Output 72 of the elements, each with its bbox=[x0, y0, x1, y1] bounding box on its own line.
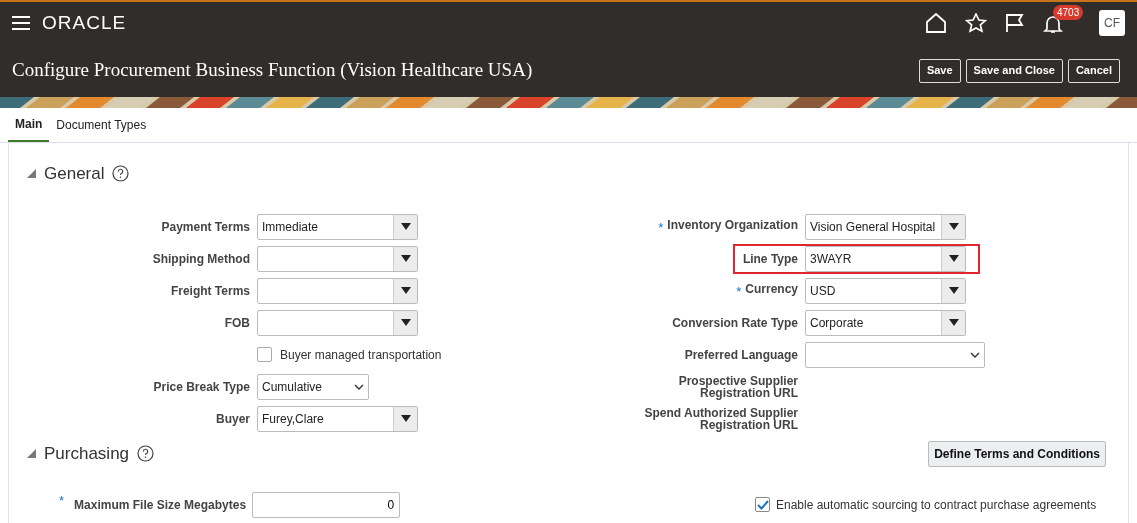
combo-box[interactable]: Furey,Clare bbox=[257, 405, 418, 432]
chevron-down-icon bbox=[354, 383, 364, 390]
dropdown-button[interactable] bbox=[393, 246, 417, 271]
star-icon[interactable] bbox=[965, 13, 987, 33]
dropdown-button[interactable] bbox=[393, 406, 417, 431]
field-label: Preferred Language bbox=[684, 348, 798, 361]
section-title: Purchasing bbox=[44, 442, 130, 465]
field-label: Maximum File Size Megabytes bbox=[74, 496, 247, 514]
field-label: Shipping Method bbox=[152, 252, 250, 265]
field-label: Price Break Type bbox=[153, 380, 250, 393]
select-field[interactable]: Cumulative bbox=[257, 373, 369, 400]
dropdown-arrow-icon bbox=[400, 255, 411, 262]
dropdown-arrow-icon bbox=[948, 319, 959, 326]
dropdown-arrow-icon bbox=[948, 287, 959, 294]
checkbox[interactable] bbox=[755, 497, 770, 512]
checkmark-icon bbox=[756, 499, 769, 510]
flag-icon[interactable] bbox=[1005, 13, 1025, 33]
number-field[interactable]: 0 bbox=[252, 491, 401, 518]
bell-icon[interactable] bbox=[1043, 14, 1063, 34]
combo-box[interactable]: Immediate bbox=[257, 213, 418, 240]
checkbox-label: Buyer managed transportation bbox=[280, 346, 442, 364]
field-label: Prospective Supplier Registration URL bbox=[677, 374, 798, 399]
field-label: Freight Terms bbox=[170, 284, 250, 297]
collapse-triangle-icon[interactable] bbox=[27, 169, 36, 179]
section-title: General bbox=[44, 163, 105, 185]
select-field[interactable] bbox=[805, 341, 985, 368]
dropdown-button[interactable] bbox=[941, 278, 965, 303]
dropdown-arrow-icon bbox=[948, 255, 959, 262]
dropdown-button[interactable] bbox=[941, 310, 965, 335]
checkbox-label: Enable automatic sourcing to contract purchase agreements bbox=[776, 496, 1097, 514]
dropdown-button[interactable] bbox=[393, 278, 417, 303]
field-label: Payment Terms bbox=[161, 220, 250, 233]
required-mark: * bbox=[736, 283, 742, 298]
dropdown-button[interactable] bbox=[941, 214, 965, 239]
dropdown-arrow-icon bbox=[948, 223, 959, 230]
field-label: FOB bbox=[224, 316, 250, 329]
help-icon[interactable] bbox=[137, 445, 155, 462]
chevron-down-icon bbox=[970, 351, 980, 358]
field-label: Spend Authorized Supplier Registration URL bbox=[643, 406, 798, 431]
field-label: Currency bbox=[745, 283, 798, 295]
checkbox[interactable] bbox=[257, 347, 272, 362]
dropdown-button[interactable] bbox=[941, 246, 965, 271]
dropdown-arrow-icon bbox=[400, 415, 411, 422]
menu-icon[interactable] bbox=[12, 16, 30, 30]
toolbar-button[interactable]: Save bbox=[918, 58, 961, 83]
define-terms-button[interactable]: Define Terms and Conditions bbox=[928, 440, 1106, 467]
collapse-triangle-icon[interactable] bbox=[27, 449, 36, 458]
notification-badge: 4703 bbox=[1053, 5, 1084, 20]
required-mark: * bbox=[59, 491, 65, 507]
tab[interactable]: Document Types bbox=[49, 108, 154, 142]
field-label: Line Type bbox=[742, 252, 798, 265]
combo-box[interactable]: Corporate bbox=[805, 309, 966, 336]
page-title: Configure Procurement Business Function (Vision Healthcare USA) bbox=[12, 58, 533, 83]
toolbar-button[interactable]: Save and Close bbox=[965, 58, 1063, 83]
field-label: Conversion Rate Type bbox=[672, 316, 798, 329]
help-icon[interactable] bbox=[112, 165, 130, 183]
field-label: Buyer bbox=[216, 412, 250, 425]
toolbar-button[interactable]: Cancel bbox=[1067, 58, 1120, 83]
field-label: Inventory Organization bbox=[667, 219, 798, 231]
brand-logo[interactable]: ORACLE bbox=[42, 8, 127, 38]
dropdown-arrow-icon bbox=[400, 319, 411, 326]
user-avatar[interactable]: CF bbox=[1099, 10, 1125, 36]
dropdown-arrow-icon bbox=[400, 223, 411, 230]
required-mark: * bbox=[658, 219, 664, 234]
home-icon[interactable] bbox=[925, 13, 947, 33]
dropdown-button[interactable] bbox=[393, 214, 417, 239]
dropdown-button[interactable] bbox=[393, 310, 417, 335]
dropdown-arrow-icon bbox=[400, 287, 411, 294]
combo-box[interactable]: USD bbox=[805, 277, 966, 304]
combo-box[interactable]: 3WAYR bbox=[805, 245, 966, 272]
combo-box[interactable]: Vision General Hospital bbox=[805, 213, 966, 240]
tab[interactable]: Main bbox=[8, 108, 50, 142]
